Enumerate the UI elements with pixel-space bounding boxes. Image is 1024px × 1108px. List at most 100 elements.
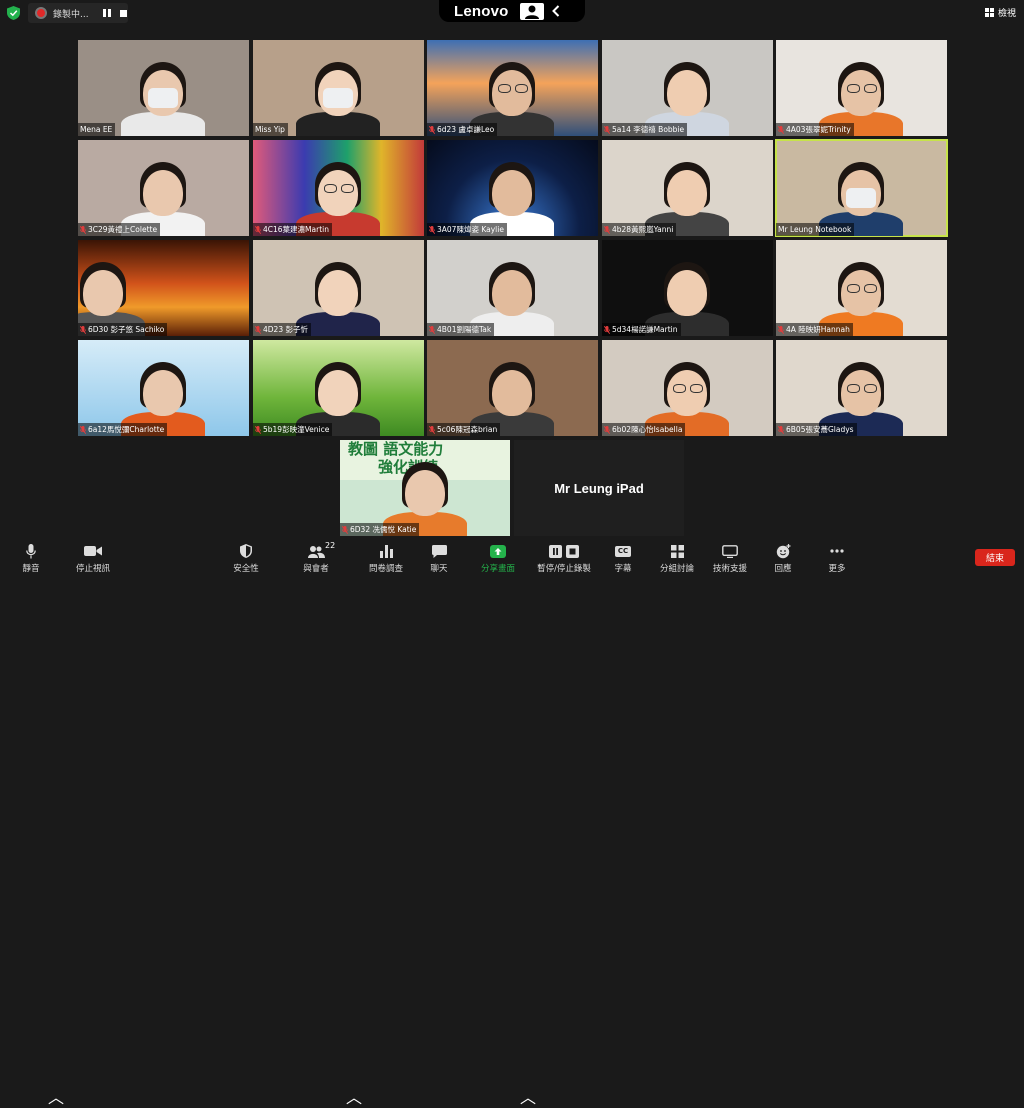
video-tile[interactable]: 4A 陸映妍Hannah [776,240,947,336]
view-button[interactable]: 檢視 [984,6,1016,19]
video-tile[interactable]: 5d34楊諾謙Martin [602,240,773,336]
participant-name-label: 5d34楊諾謙Martin [602,323,681,336]
video-tile-ipad[interactable]: Mr Leung iPad [514,440,684,536]
microphone-muted-icon [255,225,261,234]
chevron-up-icon[interactable]: ︿ [48,1084,64,1108]
participant-name-label: 4A 陸映妍Hannah [776,323,853,336]
participant-name: 4b28黃熙嵐Yanni [612,225,674,234]
video-tile[interactable]: 6a12馬悅彌Charlotte [78,340,249,436]
participant-name-label: Mr Leung Notebook [776,223,855,236]
chevron-up-icon[interactable]: ︿ [520,1084,536,1108]
participant-name-label: 4C16葉建濃Martin [253,223,332,236]
video-tile[interactable]: 5c06陳冠森brian [427,340,598,436]
video-tile[interactable]: Mr Leung Notebook [775,139,948,237]
participant-name: 5a14 李德禧 Bobbie [612,125,685,134]
participant-video [253,140,424,236]
share-screen-button[interactable]: 分享畫面 [478,543,518,574]
participant-name: 6D30 彭子悠 Sachiko [88,325,165,334]
participant-name: 4A03張翠妮Trinity [786,125,851,134]
mute-button[interactable]: 靜音 [18,543,44,574]
more-button[interactable]: 更多 [825,543,849,574]
chat-button[interactable]: 聊天 [427,543,451,574]
tech-support-button[interactable]: 技術支援 [711,543,749,574]
recording-label: 錄製中... [53,9,89,20]
microphone-muted-icon [604,325,610,334]
video-tile[interactable]: 3A07陳煒姿 Kaylie [427,140,598,236]
chevron-left-icon[interactable] [551,5,560,17]
participant-name: 4B01劉陽德Tak [437,325,492,334]
bar-chart-icon [379,544,393,558]
participant-video [427,340,598,436]
video-tile[interactable]: Mena EE [78,40,249,136]
captions-label: 字幕 [614,564,632,574]
participant-name: 5b19彭映潼Venice [263,425,330,434]
participant-name: 4D23 彭子忻 [263,325,308,334]
participant-name-label: 4b28黃熙嵐Yanni [602,223,677,236]
microphone-muted-icon [429,125,435,134]
record-dot-icon [35,7,47,19]
participant-video [427,240,598,336]
video-tile[interactable]: 3C29黃禮上Colette [78,140,249,236]
polls-label: 問卷調查 [368,564,403,574]
participant-video [78,240,249,336]
pause-recording-icon[interactable] [103,9,111,17]
participant-video [427,140,598,236]
closed-captions-icon: CC [615,545,631,557]
microphone-muted-icon [342,525,348,534]
participant-name-label: 6a12馬悅彌Charlotte [78,423,168,436]
participant-name-label: 6B05張安蕎Gladys [776,423,857,436]
video-tile[interactable]: 4D23 彭子忻 [253,240,424,336]
video-tile[interactable]: 4b28黃熙嵐Yanni [602,140,773,236]
participant-name: Mr Leung Notebook [778,225,852,234]
video-tile[interactable]: Miss Yip [253,40,424,136]
participant-video [776,40,947,136]
pause-stop-recording-button[interactable]: 暫停/停止錄製 [534,543,594,574]
stop-recording-icon[interactable] [120,9,127,17]
video-tile[interactable]: 教圖 語文能力 強化訓練 6D32 冼儒悅 Katie [340,440,510,536]
security-button[interactable]: 安全性 [229,543,263,574]
participant-name-label: 5a14 李德禧 Bobbie [602,123,688,136]
top-bar: 錄製中... Lenovo 檢視 [0,0,1024,26]
stop-video-button[interactable]: 停止視訊 [72,543,114,574]
video-tile[interactable]: 4C16葉建濃Martin [253,140,424,236]
participant-name-label: 3A07陳煒姿 Kaylie [427,223,507,236]
video-tile[interactable]: 6d23 盧卓謙Leo [427,40,598,136]
participants-button[interactable]: 22 與會者 [301,541,335,574]
chat-bubble-icon [431,544,447,558]
participant-name: 4C16葉建濃Martin [263,225,329,234]
video-tile[interactable]: 6D30 彭子悠 Sachiko [78,240,249,336]
captions-button[interactable]: CC 字幕 [611,543,635,574]
chevron-up-icon[interactable]: ︿ [346,1084,362,1108]
brand-logo: Lenovo [454,2,509,20]
video-tile[interactable]: 5b19彭映潼Venice [253,340,424,436]
video-tile[interactable]: 4A03張翠妮Trinity [776,40,947,136]
video-tile[interactable]: 6b02陳心怡Isabella [602,340,773,436]
video-tile[interactable]: 6B05張安蕎Gladys [776,340,947,436]
participant-name-label: 6D30 彭子悠 Sachiko [78,323,168,336]
participant-name-label: 5b19彭映潼Venice [253,423,333,436]
stop-video-label: 停止視訊 [75,564,110,574]
participant-name: 6B05張安蕎Gladys [786,425,854,434]
participant-video [427,40,598,136]
video-tile[interactable]: 4B01劉陽德Tak [427,240,598,336]
participant-name-label: 5c06陳冠森brian [427,423,501,436]
participant-video [776,140,947,236]
participant-name: 3A07陳煒姿 Kaylie [437,225,504,234]
person-icon[interactable] [519,2,544,20]
participant-video [78,40,249,136]
shield-check-icon[interactable] [7,6,20,20]
participant-video [253,40,424,136]
pause-stop-recording-label: 暫停/停止錄製 [537,564,591,574]
participant-video [78,140,249,236]
participant-video [602,40,773,136]
participant-name: 6b02陳心怡Isabella [612,425,683,434]
participant-video [78,340,249,436]
more-label: 更多 [828,564,846,574]
polls-button[interactable]: 問卷調查 [366,543,406,574]
participant-name-label: 6b02陳心怡Isabella [602,423,686,436]
end-meeting-button[interactable]: 結束 [975,549,1015,566]
breakout-rooms-button[interactable]: 分組討論 [658,543,696,574]
share-screen-label: 分享畫面 [480,564,515,574]
reactions-button[interactable]: 回應 [771,543,795,574]
video-tile[interactable]: 5a14 李德禧 Bobbie [602,40,773,136]
